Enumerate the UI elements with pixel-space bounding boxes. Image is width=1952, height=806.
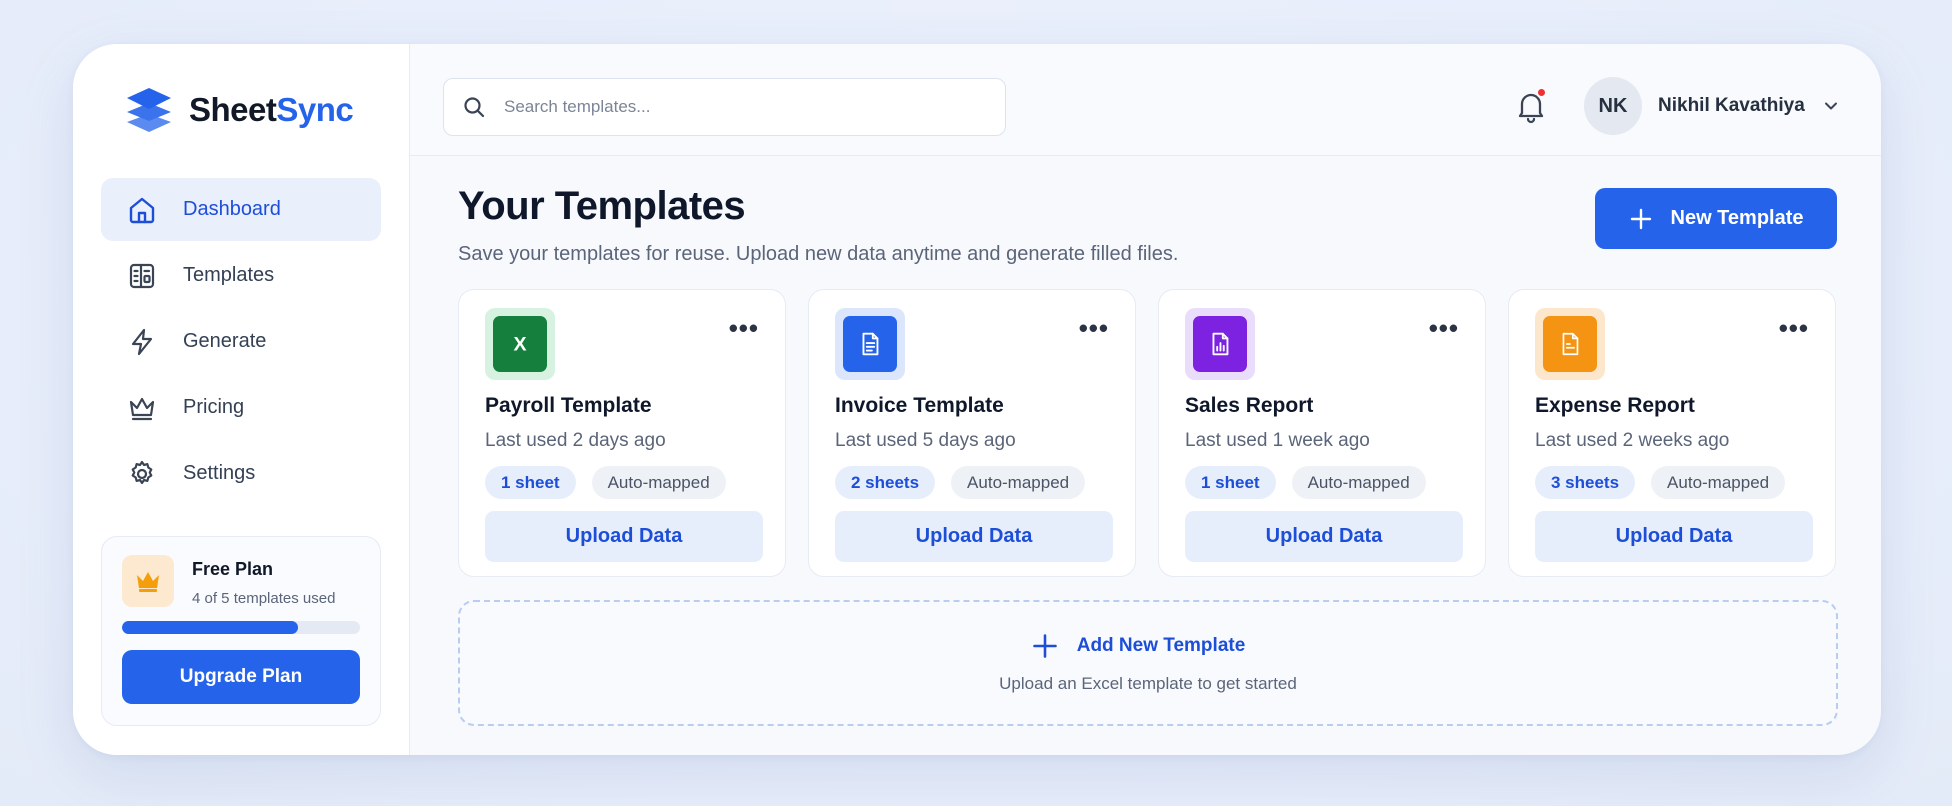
card-last-used: Last used 2 days ago: [485, 430, 666, 451]
plan-card: Free Plan 4 of 5 templates used Upgrade …: [101, 536, 381, 726]
new-template-label: New Template: [1670, 207, 1804, 229]
main-content: NK Nikhil Kavathiya Your Templates Save …: [410, 44, 1881, 755]
search-box[interactable]: [443, 78, 1006, 136]
sidebar-item-label: Generate: [183, 330, 267, 352]
sidebar-nav: Dashboard Templates Generate Pricing Set…: [101, 178, 381, 506]
template-card-payroll[interactable]: X ••• Payroll Template Last used 2 days …: [458, 289, 786, 577]
plus-icon: [1630, 208, 1651, 229]
user-name: Nikhil Kavathiya: [1658, 95, 1805, 116]
template-card-invoice[interactable]: ••• Invoice Template Last used 5 days ag…: [808, 289, 1136, 577]
upgrade-plan-button[interactable]: Upgrade Plan: [122, 650, 360, 704]
more-options-icon[interactable]: •••: [1429, 315, 1459, 341]
card-title: Payroll Template: [485, 394, 652, 417]
sheets-badge: 2 sheets: [835, 466, 936, 499]
stacked-layers-icon: [127, 88, 171, 132]
more-options-icon[interactable]: •••: [1079, 315, 1109, 341]
add-template-hint: Upload an Excel template to get started: [999, 674, 1297, 693]
sidebar-item-label: Settings: [183, 462, 256, 484]
card-title: Expense Report: [1535, 394, 1695, 417]
chart-document-icon: [1193, 316, 1247, 372]
card-icon-box: [1185, 308, 1255, 380]
new-template-button[interactable]: New Template: [1595, 188, 1837, 249]
page-header: Your Templates Save your templates for r…: [458, 184, 1837, 266]
excel-icon: X: [493, 316, 547, 372]
upload-data-button[interactable]: Upload Data: [1185, 511, 1463, 562]
mapping-badge: Auto-mapped: [1291, 466, 1426, 499]
add-template-label: Add New Template: [1076, 635, 1246, 656]
brand[interactable]: SheetSync: [101, 44, 381, 176]
card-last-used: Last used 2 weeks ago: [1535, 430, 1730, 451]
user-menu[interactable]: NK Nikhil Kavathiya: [1584, 77, 1841, 135]
add-new-template-dropzone[interactable]: Add New Template Upload an Excel templat…: [458, 600, 1838, 726]
sidebar-item-generate[interactable]: Generate: [101, 310, 381, 373]
sheets-badge: 3 sheets: [1535, 466, 1636, 499]
mapping-badge: Auto-mapped: [591, 466, 726, 499]
sidebar-item-templates[interactable]: Templates: [101, 244, 381, 307]
card-icon-box: [835, 308, 905, 380]
topbar: NK Nikhil Kavathiya: [410, 44, 1881, 156]
sidebar-item-settings[interactable]: Settings: [101, 442, 381, 505]
svg-text:X: X: [513, 334, 526, 356]
search-input[interactable]: [504, 97, 944, 117]
lightning-icon: [131, 328, 153, 355]
plus-icon: [1032, 634, 1057, 658]
brand-name: SheetSync: [189, 91, 354, 129]
sidebar-item-dashboard[interactable]: Dashboard: [101, 178, 381, 241]
sidebar-item-label: Templates: [183, 264, 275, 286]
receipt-icon: [1543, 316, 1597, 372]
notifications-button[interactable]: [1511, 86, 1551, 126]
template-card-expense-report[interactable]: ••• Expense Report Last used 2 weeks ago…: [1508, 289, 1836, 577]
sidebar: SheetSync Dashboard Templates Generate P…: [73, 44, 410, 755]
card-title: Invoice Template: [835, 394, 1004, 417]
card-icon-box: [1535, 308, 1605, 380]
mapping-badge: Auto-mapped: [951, 466, 1086, 499]
plan-progress-bar: [122, 621, 360, 634]
crown-icon: [129, 397, 155, 420]
more-options-icon[interactable]: •••: [1779, 315, 1809, 341]
mapping-badge: Auto-mapped: [1651, 466, 1786, 499]
plan-crown-icon: [122, 555, 174, 607]
plan-title: Free Plan: [192, 559, 274, 579]
card-icon-box: X: [485, 308, 555, 380]
notification-dot: [1536, 87, 1547, 98]
upload-data-button[interactable]: Upload Data: [1535, 511, 1813, 562]
more-options-icon[interactable]: •••: [729, 315, 759, 341]
home-icon: [129, 197, 155, 223]
sidebar-item-label: Pricing: [183, 396, 245, 418]
search-icon: [464, 97, 485, 118]
upload-data-button[interactable]: Upload Data: [485, 511, 763, 562]
brand-name-part2: Sync: [276, 91, 354, 128]
card-title: Sales Report: [1185, 394, 1314, 417]
template-card-sales-report[interactable]: ••• Sales Report Last used 1 week ago 1 …: [1158, 289, 1486, 577]
template-cards: X ••• Payroll Template Last used 2 days …: [458, 289, 1836, 577]
avatar: NK: [1584, 77, 1642, 135]
templates-icon: [129, 263, 155, 288]
upload-data-button[interactable]: Upload Data: [835, 511, 1113, 562]
plan-usage: 4 of 5 templates used: [192, 590, 336, 607]
document-icon: [843, 316, 897, 372]
gear-icon: [131, 460, 153, 484]
sheets-badge: 1 sheet: [1185, 466, 1276, 499]
brand-name-part1: Sheet: [189, 91, 277, 128]
sheets-badge: 1 sheet: [485, 466, 576, 499]
card-last-used: Last used 5 days ago: [835, 430, 1016, 451]
sidebar-item-pricing[interactable]: Pricing: [101, 376, 381, 439]
chevron-down-icon: [1824, 102, 1837, 110]
app-window: SheetSync Dashboard Templates Generate P…: [73, 44, 1881, 755]
sidebar-item-label: Dashboard: [183, 198, 281, 220]
plan-progress-fill: [122, 621, 299, 634]
card-last-used: Last used 1 week ago: [1185, 430, 1370, 451]
